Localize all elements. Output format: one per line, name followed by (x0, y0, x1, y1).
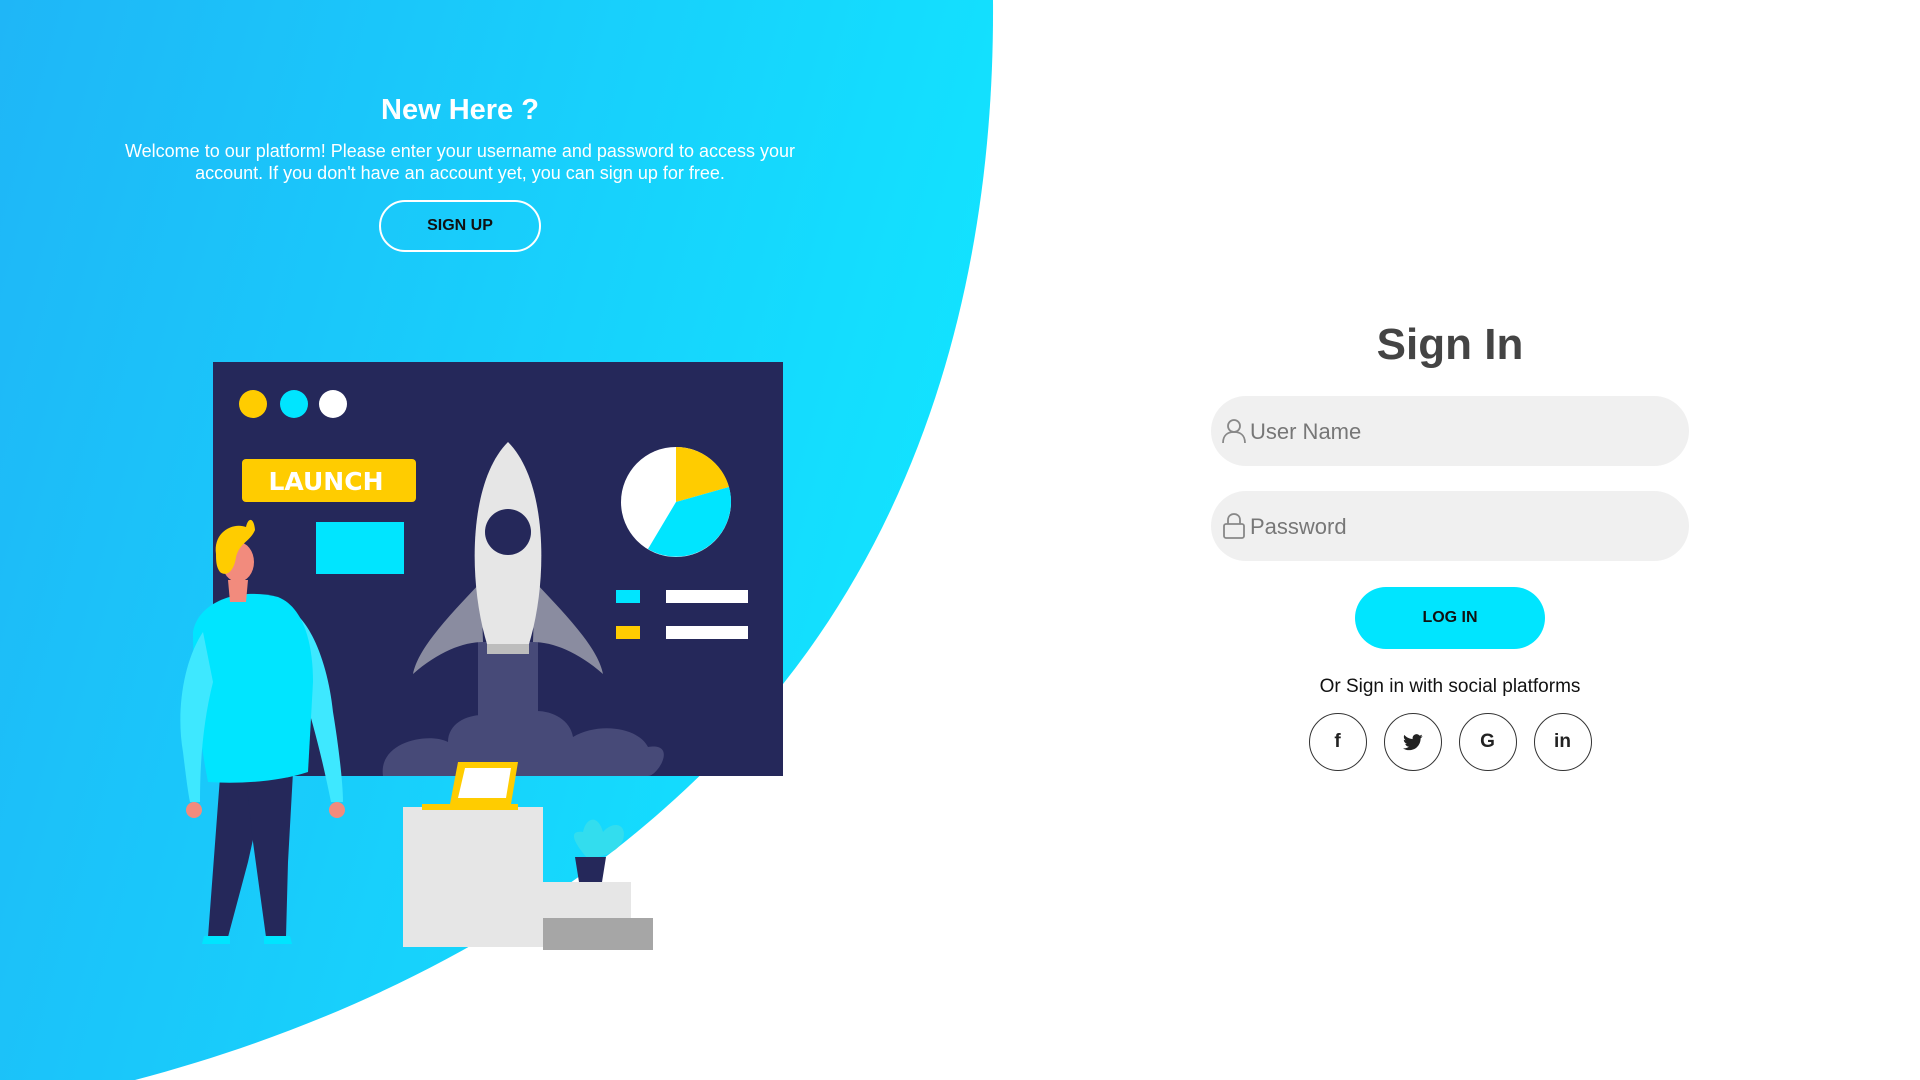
person-legs-right (246, 772, 293, 937)
person-hand-right (329, 802, 345, 818)
password-field[interactable] (1211, 491, 1689, 563)
new-here-title: New Here ? (381, 94, 539, 126)
legend-yellow-swatch (616, 626, 640, 639)
rocket-base (487, 644, 529, 654)
cyan-block (316, 522, 404, 574)
facebook-icon: f (1334, 731, 1341, 752)
person-neck (228, 580, 248, 602)
social-buttons: f G in (1210, 713, 1690, 771)
sign-up-button[interactable]: SIGN UP (379, 200, 541, 252)
desk-block-shadow (543, 918, 653, 950)
rocket-launch-illustration: LAUNCH (180, 362, 783, 950)
launch-label: LAUNCH (268, 467, 383, 496)
user-icon (1222, 419, 1246, 444)
plant-pot (575, 857, 606, 882)
password-input[interactable] (1248, 491, 1672, 563)
person-hand-left (186, 802, 202, 818)
legend-bar-1 (666, 590, 748, 603)
person-shoe-right (264, 936, 292, 944)
welcome-text: Welcome to our platform! Please enter yo… (125, 141, 795, 183)
facebook-button[interactable]: f (1308, 713, 1367, 771)
sign-in-form: Sign In LOG IN Or Sign in with social pl… (1210, 310, 1690, 771)
linkedin-icon: in (1554, 731, 1571, 752)
rocket-trail (478, 642, 538, 742)
username-field[interactable] (1211, 396, 1689, 468)
username-input[interactable] (1248, 396, 1672, 468)
google-button[interactable]: G (1458, 713, 1517, 771)
legend-cyan-swatch (616, 590, 640, 603)
log-in-button[interactable]: LOG IN (1355, 587, 1545, 649)
linkedin-button[interactable]: in (1533, 713, 1592, 771)
legend-bar-2 (666, 626, 748, 639)
sign-in-title: Sign In (1376, 320, 1524, 369)
person-shoe-left (202, 936, 230, 944)
desk-block-large (403, 807, 543, 947)
login-page: New Here ? Welcome to our platform! Plea… (0, 0, 1920, 1080)
twitter-icon (1402, 733, 1423, 750)
plant-leaves (573, 819, 624, 859)
desk-block-step (543, 882, 631, 918)
google-icon: G (1480, 731, 1495, 752)
yellow-dot (239, 390, 267, 418)
new-here-panel: New Here ? Welcome to our platform! Plea… (110, 90, 810, 252)
rocket-window (485, 509, 531, 555)
lock-icon (1223, 513, 1245, 539)
white-dot (319, 390, 347, 418)
laptop-screen (458, 768, 511, 798)
cyan-dot (280, 390, 308, 418)
social-signin-text: Or Sign in with social platforms (1319, 676, 1581, 697)
twitter-button[interactable] (1383, 713, 1442, 771)
laptop-base (422, 804, 518, 810)
